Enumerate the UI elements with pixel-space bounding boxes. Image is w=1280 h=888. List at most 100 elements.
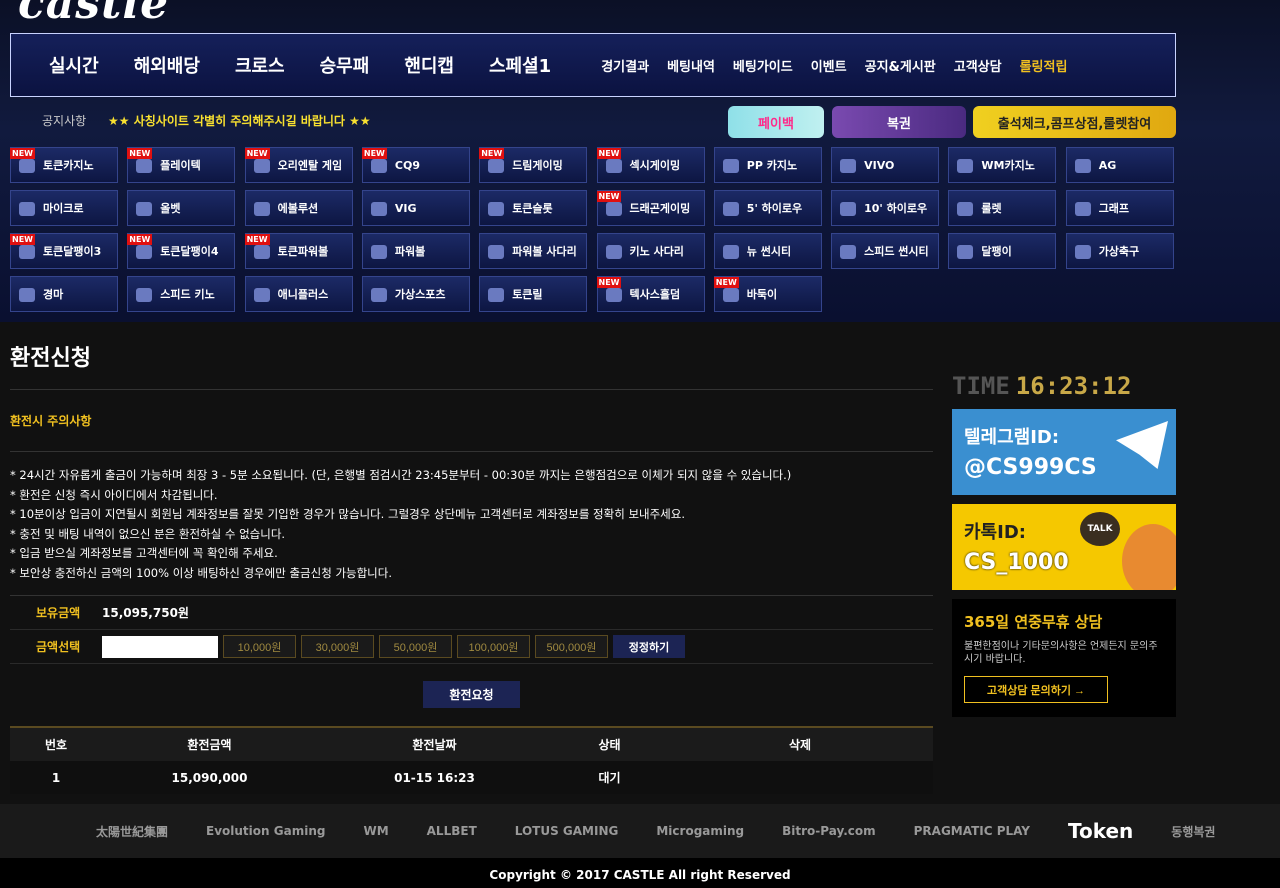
nav-item-special[interactable]: 스페셜1 <box>489 52 551 78</box>
partner-evolution: Evolution Gaming <box>206 824 326 838</box>
telegram-id: @CS999CS <box>964 455 1097 480</box>
nav-item-handicap[interactable]: 핸디캡 <box>404 52 454 78</box>
partner-bitropay: Bitro-Pay.com <box>782 824 876 838</box>
game-tile[interactable]: 토큰슬롯 <box>479 190 588 226</box>
game-tile[interactable]: AG <box>1065 147 1174 183</box>
game-label: 애니플러스 <box>277 288 329 301</box>
game-tile[interactable]: VIG <box>361 190 470 226</box>
balance-label: 보유금액 <box>36 606 81 620</box>
checkin-banner[interactable]: 출석체크,콤프상점,룰렛참여 <box>973 106 1176 138</box>
game-tile[interactable]: 애니플러스 <box>244 276 353 312</box>
payback-banner[interactable]: 페이백 <box>728 106 824 138</box>
game-tile[interactable]: 토큰카지노 NEW <box>10 147 118 183</box>
partner-allbet: ALLBET <box>426 824 477 838</box>
partner-donghaeng: 동행복권 <box>1171 824 1216 839</box>
game-icon <box>488 245 505 259</box>
game-tile[interactable]: PP 카지노 <box>713 147 822 183</box>
game-tile[interactable]: 파워볼 <box>361 233 470 269</box>
nav-item-bet-history[interactable]: 베팅내역 <box>667 56 715 75</box>
game-tile[interactable]: 토큰파워볼 NEW <box>244 233 353 269</box>
main-nav: 실시간 해외배당 크로스 승무패 핸디캡 스페셜1 경기결과 베팅내역 베팅가이… <box>10 33 1176 97</box>
game-icon <box>370 245 387 259</box>
game-tile[interactable]: 스피드 키노 <box>127 276 236 312</box>
game-tile[interactable]: 드림게이밍 NEW <box>479 147 588 183</box>
amount-100000-button[interactable]: 100,000원 <box>457 635 530 658</box>
game-icon <box>253 202 270 216</box>
col-no: 번호 <box>10 726 102 761</box>
withdraw-request-button[interactable]: 환전요청 <box>423 681 520 708</box>
clock-label: TIME <box>952 372 1010 400</box>
game-tile[interactable]: 토큰달팽이3 NEW <box>10 233 118 269</box>
game-tile[interactable]: 가상스포츠 <box>361 276 470 312</box>
game-icon <box>253 288 270 302</box>
game-tile[interactable]: 5' 하이로우 <box>713 190 822 226</box>
nav-item-guide[interactable]: 베팅가이드 <box>733 56 793 75</box>
game-tile[interactable]: 키노 사다리 <box>596 233 705 269</box>
amount-30000-button[interactable]: 30,000원 <box>301 635 374 658</box>
game-icon <box>1074 159 1091 173</box>
nav-item-cross[interactable]: 크로스 <box>235 52 285 78</box>
amount-500000-button[interactable]: 500,000원 <box>535 635 608 658</box>
game-tile[interactable]: WM카지노 <box>948 147 1057 183</box>
game-tile[interactable]: 토큰달팽이4 NEW <box>127 233 236 269</box>
col-status: 상태 <box>552 726 667 761</box>
game-tile[interactable]: 가상축구 <box>1065 233 1174 269</box>
game-icon <box>605 159 622 173</box>
nav-item-support[interactable]: 고객상담 <box>954 56 1002 75</box>
game-tile[interactable]: 경마 <box>10 276 118 312</box>
game-label: 플레이텍 <box>160 159 201 172</box>
reset-amount-button[interactable]: 정정하기 <box>613 635 685 658</box>
game-tile[interactable]: 달팽이 <box>948 233 1057 269</box>
nav-item-live[interactable]: 실시간 <box>49 52 99 78</box>
support-inquiry-button[interactable]: 고객상담 문의하기 → <box>964 676 1108 703</box>
game-tile[interactable]: 스피드 썬시티 <box>831 233 940 269</box>
game-tile[interactable]: 올벳 <box>127 190 236 226</box>
game-tile[interactable]: 룰렛 <box>948 190 1057 226</box>
notice-text[interactable]: ★★ 사칭사이트 각별히 주의해주시길 바랍니다 ★★ <box>108 114 371 128</box>
amount-50000-button[interactable]: 50,000원 <box>379 635 452 658</box>
game-tile[interactable]: 오리엔탈 게임 NEW <box>244 147 353 183</box>
nav-item-board[interactable]: 공지&게시판 <box>865 56 936 75</box>
amount-input[interactable] <box>102 635 218 658</box>
nav-main-group: 실시간 해외배당 크로스 승무패 핸디캡 스페셜1 <box>11 52 586 78</box>
game-tile[interactable]: 10' 하이로우 <box>831 190 940 226</box>
game-tile[interactable]: 그래프 <box>1065 190 1174 226</box>
game-tile[interactable]: 뉴 썬시티 <box>713 233 822 269</box>
game-tile[interactable]: VIVO <box>831 147 940 183</box>
game-icon <box>19 288 35 302</box>
support-title: 365일 연중무휴 상담 <box>964 613 1103 631</box>
nav-item-rolling[interactable]: 롤링적립 <box>1020 56 1068 75</box>
new-badge: NEW <box>10 148 35 159</box>
game-icon <box>488 288 505 302</box>
row-delete[interactable] <box>667 761 933 794</box>
game-tile[interactable]: 파워볼 사다리 <box>479 233 588 269</box>
nav-item-events[interactable]: 이벤트 <box>811 56 847 75</box>
game-label: 토큰달팽이4 <box>160 245 219 258</box>
game-tile[interactable]: 섹시게이밍 NEW <box>596 147 705 183</box>
game-tile[interactable]: 마이크로 <box>10 190 118 226</box>
game-icon <box>19 202 35 216</box>
game-icon <box>19 159 35 173</box>
game-tile[interactable]: 바둑이 NEW <box>713 276 822 312</box>
game-label: PP 카지노 <box>746 159 798 172</box>
site-logo[interactable]: castle <box>18 0 169 29</box>
game-label: VIVO <box>864 158 895 172</box>
lottery-banner[interactable]: 복권 <box>832 106 966 138</box>
game-tile[interactable]: 텍사스홀덤 NEW <box>596 276 705 312</box>
nav-item-results[interactable]: 경기결과 <box>601 56 649 75</box>
nav-item-winlose[interactable]: 승무패 <box>320 52 370 78</box>
game-tile[interactable]: CQ9 NEW <box>361 147 470 183</box>
amount-10000-button[interactable]: 10,000원 <box>223 635 296 658</box>
nav-item-overseas[interactable]: 해외배당 <box>134 52 200 78</box>
game-label: 섹시게이밍 <box>629 159 681 172</box>
game-tile[interactable]: 토큰릴 <box>479 276 588 312</box>
telegram-banner[interactable]: 텔레그램ID: @CS999CS <box>952 409 1176 495</box>
game-tile[interactable]: 드래곤게이밍 NEW <box>596 190 705 226</box>
partner-suncity: 太陽世紀集團 <box>96 824 169 839</box>
game-icon <box>605 288 622 302</box>
game-label: 키노 사다리 <box>629 245 684 258</box>
kakao-banner[interactable]: 카톡ID: CS_1000 TALK <box>952 504 1176 590</box>
game-tile[interactable]: 플레이텍 NEW <box>127 147 236 183</box>
game-tile[interactable]: 에볼루션 <box>244 190 353 226</box>
game-label: 스피드 키노 <box>160 288 215 301</box>
